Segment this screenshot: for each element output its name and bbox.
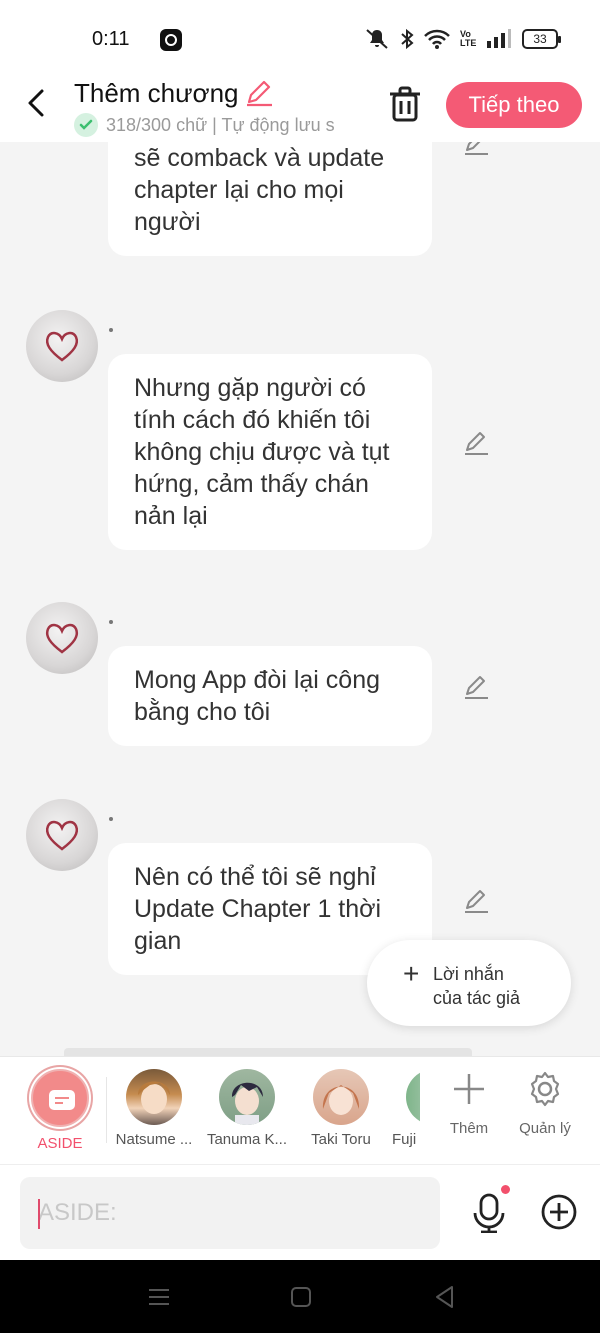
message-bubble[interactable]: Mong App đòi lại công bằng cho tôi xyxy=(108,646,432,746)
mute-icon xyxy=(366,29,388,49)
manage-label: Quản lý xyxy=(519,1120,571,1137)
heart-icon xyxy=(45,820,79,851)
message-bubble[interactable]: Nhưng gặp người có tính cách đó khiến tô… xyxy=(108,354,432,550)
character-taki[interactable]: Taki Toru xyxy=(296,1069,386,1148)
bluetooth-icon xyxy=(401,28,414,50)
character-aside[interactable]: ASIDE xyxy=(15,1069,105,1152)
message-text: Nhưng gặp người có tính cách đó khiến tô… xyxy=(134,374,390,530)
word-count-status: 318/300 chữ | Tự động lưu s xyxy=(74,113,360,137)
wifi-icon xyxy=(424,29,450,49)
battery-icon: 33 xyxy=(522,29,561,49)
home-nav-icon[interactable] xyxy=(288,1284,314,1310)
avatar[interactable] xyxy=(26,799,98,871)
next-button[interactable]: Tiếp theo xyxy=(446,82,582,128)
message-text: Nên có thể tôi sẽ nghỉ Update Chapter 1 … xyxy=(134,863,382,955)
status-time: 0:11 xyxy=(92,28,130,50)
divider xyxy=(106,1077,107,1143)
text-caret xyxy=(38,1199,40,1229)
page-title: Thêm chương xyxy=(74,78,239,108)
check-icon xyxy=(74,113,98,137)
app-notification-icon xyxy=(160,29,182,51)
message-text: Mong App đòi lại công bằng cho tôi xyxy=(134,666,381,726)
heart-icon xyxy=(45,331,79,362)
character-fuji[interactable]: Fuji xyxy=(392,1069,420,1148)
avatar xyxy=(406,1069,420,1125)
back-button[interactable] xyxy=(22,88,52,118)
plus-icon xyxy=(454,1074,484,1104)
aside-icon xyxy=(31,1069,89,1127)
character-label: Fuji xyxy=(392,1131,417,1148)
subtitle-text: 318/300 chữ | Tự động lưu s xyxy=(106,114,335,135)
character-label: Tanuma K... xyxy=(206,1131,288,1148)
manage-button[interactable]: Quản lý xyxy=(510,1071,580,1137)
author-note-label: Lời nhắn của tác giả xyxy=(433,964,521,1008)
message-bubble[interactable]: sẽ comback và update chapter lại cho mọi… xyxy=(108,142,432,256)
character-label: Natsume ... xyxy=(115,1131,193,1148)
microphone-icon[interactable] xyxy=(470,1193,508,1233)
avatar xyxy=(313,1069,369,1125)
avatar[interactable] xyxy=(26,602,98,674)
heart-icon xyxy=(45,623,79,654)
edit-icon[interactable] xyxy=(463,142,489,156)
character-tanuma[interactable]: Tanuma K... xyxy=(202,1069,292,1148)
system-nav-bar xyxy=(0,1260,600,1333)
volte-icon: Vo LTE xyxy=(460,29,477,48)
character-name xyxy=(109,328,113,332)
character-name xyxy=(109,620,113,624)
edit-title-icon[interactable] xyxy=(244,78,274,108)
character-label: ASIDE xyxy=(37,1135,83,1152)
edit-icon[interactable] xyxy=(463,888,489,914)
status-bar: 0:11 Vo LTE 33 xyxy=(0,0,600,78)
back-nav-icon[interactable] xyxy=(432,1284,458,1310)
add-label: Thêm xyxy=(449,1120,489,1137)
edit-icon[interactable] xyxy=(463,674,489,700)
character-natsume[interactable]: Natsume ... xyxy=(109,1069,199,1148)
gear-icon xyxy=(530,1071,560,1107)
notification-dot xyxy=(501,1185,510,1194)
avatar xyxy=(126,1069,182,1125)
edit-icon[interactable] xyxy=(463,430,489,456)
add-circle-icon[interactable] xyxy=(540,1193,578,1231)
scroll-hint xyxy=(64,1048,472,1056)
character-label: Taki Toru xyxy=(311,1131,371,1148)
header: Thêm chương 318/300 chữ | Tự động lưu s … xyxy=(0,78,600,142)
delete-button[interactable] xyxy=(388,86,422,122)
character-name xyxy=(109,817,113,821)
avatar[interactable] xyxy=(26,310,98,382)
signal-icon xyxy=(487,29,511,48)
avatar xyxy=(219,1069,275,1125)
plus-icon: + xyxy=(403,958,420,989)
menu-nav-icon[interactable] xyxy=(146,1284,172,1310)
message-text: sẽ comback và update chapter lại cho mọi… xyxy=(134,144,385,236)
status-icons: Vo LTE 33 xyxy=(364,28,561,50)
add-character-button[interactable]: Thêm xyxy=(434,1071,504,1137)
chat-area[interactable]: sẽ comback và update chapter lại cho mọi… xyxy=(0,142,600,1056)
message-input[interactable] xyxy=(20,1177,440,1249)
author-note-button[interactable]: + Lời nhắn của tác giả xyxy=(367,940,571,1026)
input-bar xyxy=(0,1164,600,1260)
character-bar: ASIDE Natsume ... Tanuma K... Taki Toru … xyxy=(0,1056,600,1164)
